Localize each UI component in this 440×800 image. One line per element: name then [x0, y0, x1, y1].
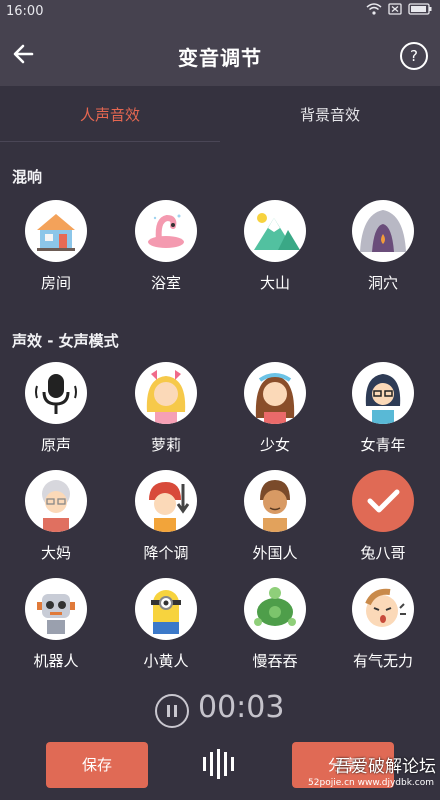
robot-icon [25, 578, 87, 640]
help-button[interactable]: ? [400, 42, 428, 70]
tab-bar: 人声音效 背景音效 [0, 86, 440, 142]
turtle-icon [244, 578, 306, 640]
selected-check-icon [352, 470, 414, 532]
effect-label: 少女 [259, 436, 290, 454]
section-title-female-mode: 声效 - 女声模式 [12, 332, 119, 350]
loli-girl-icon [135, 362, 197, 424]
cave-icon [352, 200, 414, 262]
effect-item-turtle[interactable]: 慢吞吞 [220, 578, 330, 671]
effect-label: 降个调 [143, 544, 189, 562]
effect-item-foreigner[interactable]: 外国人 [220, 470, 330, 563]
effect-item-room[interactable]: 房间 [1, 200, 111, 293]
title-bar: 变音调节 ? [0, 24, 440, 86]
waveform-icon [203, 749, 234, 779]
minion-icon [135, 578, 197, 640]
effect-label: 浴室 [150, 274, 181, 292]
effect-label: 大妈 [40, 544, 71, 562]
status-time: 16:00 [6, 4, 44, 19]
playback-bar: 00:03 [0, 690, 440, 730]
tab-voice-effects[interactable]: 人声音效 [0, 86, 220, 142]
pause-icon [174, 705, 177, 717]
pause-button[interactable] [155, 694, 189, 728]
young-woman-icon [352, 362, 414, 424]
effect-label: 有气无力 [352, 652, 413, 670]
effect-item-robot[interactable]: 机器人 [1, 578, 111, 671]
girl-icon [244, 362, 306, 424]
effect-item-auntie[interactable]: 大妈 [1, 470, 111, 563]
watermark-text: 吾爱破解论坛 [334, 757, 436, 777]
playback-time: 00:03 [198, 690, 285, 725]
effect-item-young-woman[interactable]: 女青年 [328, 362, 438, 455]
effect-label: 原声 [40, 436, 71, 454]
house-icon [25, 200, 87, 262]
effect-item-original[interactable]: 原声 [1, 362, 111, 455]
effect-label: 慢吞吞 [252, 652, 298, 670]
effect-label: 机器人 [33, 652, 79, 670]
page-title: 变音调节 [178, 46, 262, 70]
save-button[interactable]: 保存 [46, 742, 148, 788]
effect-item-mountain[interactable]: 大山 [220, 200, 330, 293]
watermark-url: 52pojie.cn www.djydbk.com [308, 778, 434, 788]
effect-label: 女青年 [360, 436, 406, 454]
effect-label: 萝莉 [150, 436, 181, 454]
tired-face-icon [352, 578, 414, 640]
foreigner-icon [244, 470, 306, 532]
pitch-down-icon [135, 470, 197, 532]
effect-label: 外国人 [252, 544, 298, 562]
effect-item-bathroom[interactable]: 浴室 [111, 200, 221, 293]
effect-item-girl[interactable]: 少女 [220, 362, 330, 455]
battery-icon [408, 3, 432, 15]
effect-item-feeble[interactable]: 有气无力 [328, 578, 438, 671]
effect-label: 房间 [40, 274, 71, 292]
pause-icon [167, 705, 170, 717]
effect-item-loli[interactable]: 萝莉 [111, 362, 221, 455]
effect-item-bugs-bunny[interactable]: 兔八哥 [328, 470, 438, 563]
status-bar: 16:00 [0, 0, 440, 24]
effect-label: 大山 [259, 274, 290, 292]
effect-item-pitch-down[interactable]: 降个调 [111, 470, 221, 563]
status-icons [366, 3, 432, 15]
wifi-icon [366, 3, 382, 15]
effect-label: 洞穴 [367, 274, 398, 292]
effect-item-cave[interactable]: 洞穴 [328, 200, 438, 293]
effect-item-minion[interactable]: 小黄人 [111, 578, 221, 671]
flamingo-float-icon [135, 200, 197, 262]
section-title-reverb: 混响 [12, 168, 43, 186]
effect-label: 小黄人 [143, 652, 189, 670]
effect-label: 兔八哥 [360, 544, 406, 562]
no-sim-icon [388, 3, 402, 15]
auntie-icon [25, 470, 87, 532]
mountain-icon [244, 200, 306, 262]
tab-background-effects[interactable]: 背景音效 [220, 86, 440, 142]
microphone-icon [25, 362, 87, 424]
